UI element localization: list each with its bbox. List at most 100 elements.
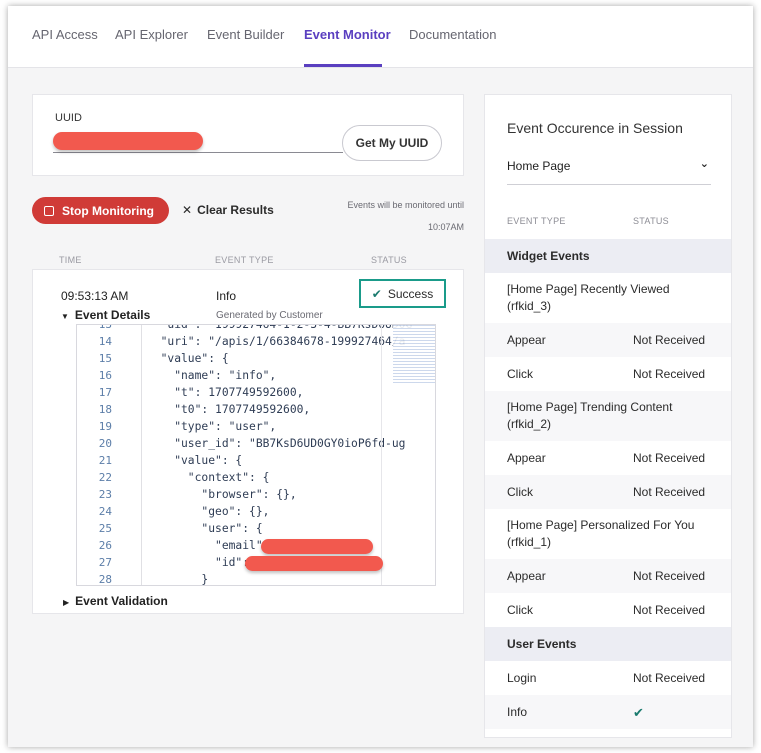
session-row-status: Not Received xyxy=(633,603,706,617)
line-number: 22 xyxy=(98,471,112,484)
page-select-value: Home Page xyxy=(507,159,571,173)
line-number: 28 xyxy=(98,573,112,586)
session-header-event-type: EVENT TYPE xyxy=(507,216,566,226)
session-row-name: [Home Page] Personalized For You (rfkid_… xyxy=(507,518,695,549)
session-row-status: Not Received xyxy=(633,333,706,347)
get-my-uuid-button[interactable]: Get My UUID xyxy=(342,125,442,161)
session-widget-row: [Home Page] Recently Viewed (rfkid_3) xyxy=(485,273,731,323)
code-text: "geo": {}, xyxy=(147,505,270,518)
tab-api-explorer[interactable]: API Explorer xyxy=(115,27,188,42)
session-header-status: STATUS xyxy=(633,216,669,226)
monitoring-note: Events will be monitored until 10:07AM xyxy=(314,194,464,238)
code-scroll-divider xyxy=(381,325,382,585)
column-header-time: TIME xyxy=(59,255,82,265)
line-number: 27 xyxy=(98,556,112,569)
column-header-event-type: EVENT TYPE xyxy=(215,255,274,265)
stop-icon xyxy=(44,205,54,216)
active-tab-indicator xyxy=(304,64,382,67)
line-number: 25 xyxy=(98,522,112,535)
clear-results-button[interactable]: ✕ Clear Results xyxy=(182,203,274,217)
uuid-card: UUID Get My UUID xyxy=(32,94,464,176)
code-text: "value": { xyxy=(147,454,243,467)
line-number: 26 xyxy=(98,539,112,552)
line-number: 13 xyxy=(98,324,112,331)
line-number: 24 xyxy=(98,505,112,518)
clear-results-label: Clear Results xyxy=(197,203,274,217)
line-number: 14 xyxy=(98,335,112,348)
session-row-name: Info xyxy=(507,705,528,719)
code-text: } xyxy=(147,573,209,586)
code-text: "user_id": "BB7KsD6UD0GY0ioP6fd-ug xyxy=(147,437,406,450)
session-group-header: Widget Events xyxy=(485,239,731,273)
tab-event-builder[interactable]: Event Builder xyxy=(207,27,284,42)
page-select[interactable]: Home Page ⌄ xyxy=(507,157,711,185)
session-row-status: Not Received xyxy=(633,569,706,583)
redaction-mark xyxy=(261,539,373,554)
session-event-row: Click Not Received xyxy=(485,357,731,391)
session-row-name: Appear xyxy=(507,569,546,583)
line-number: 17 xyxy=(98,386,112,399)
event-time: 09:53:13 AM xyxy=(61,289,129,303)
code-text: "value": { xyxy=(147,352,229,365)
code-text: "uri": "/apis/1/66384678-199927464/a xyxy=(147,335,406,348)
session-panel-title: Event Occurence in Session xyxy=(507,120,683,136)
event-details-toggle[interactable]: ▼ Event Details xyxy=(61,308,150,322)
caret-down-icon: ▼ xyxy=(61,312,69,321)
event-source: Generated by Customer xyxy=(216,310,323,321)
caret-right-icon: ▶ xyxy=(63,598,70,607)
code-text: "name": "info", xyxy=(147,369,277,382)
chevron-down-icon: ⌄ xyxy=(699,158,709,170)
session-event-row: Click Not Received xyxy=(485,593,731,627)
session-widget-row: [Home Page] Trending Content (rfkid_2) xyxy=(485,391,731,441)
event-validation-label: Event Validation xyxy=(75,594,168,608)
checkmark-icon: ✔ xyxy=(371,286,382,301)
session-event-row: Appear Not Received xyxy=(485,441,731,475)
tab-documentation[interactable]: Documentation xyxy=(409,27,496,42)
session-event-row: Info ✔ xyxy=(485,695,731,729)
close-icon: ✕ xyxy=(182,203,193,217)
session-row-name: User Events xyxy=(507,637,577,651)
line-number: 18 xyxy=(98,403,112,416)
event-validation-toggle[interactable]: ▶ Event Validation xyxy=(63,594,168,608)
session-row-status: Not Received xyxy=(633,485,706,499)
code-minimap[interactable] xyxy=(393,325,435,383)
redaction-mark xyxy=(245,556,383,571)
line-number: 15 xyxy=(98,352,112,365)
session-row-name: Login xyxy=(507,671,537,685)
line-number: 16 xyxy=(98,369,112,382)
session-row-status: Not Received xyxy=(633,451,706,465)
status-badge: ✔ Success xyxy=(359,279,446,308)
code-text: "t0": 1707749592600, xyxy=(147,403,311,416)
column-header-status: STATUS xyxy=(371,255,407,265)
event-monitor-app: API Access API Explorer Event Builder Ev… xyxy=(8,6,753,747)
stop-monitoring-label: Stop Monitoring xyxy=(62,203,154,218)
monitoring-note-text: Events will be monitored until xyxy=(347,200,464,210)
session-group-header: User Events xyxy=(485,627,731,661)
code-viewer[interactable]: 13 "uid": "199927464-1-2-3-4-BB7KsD6UD0G… xyxy=(76,324,436,586)
session-event-row: Appear Not Received xyxy=(485,559,731,593)
event-card: 09:53:13 AM Info Generated by Customer ✔… xyxy=(32,269,464,614)
tab-api-access[interactable]: API Access xyxy=(32,27,98,42)
stop-monitoring-button[interactable]: Stop Monitoring xyxy=(32,197,169,224)
line-number: 21 xyxy=(98,454,112,467)
session-row-name: Click xyxy=(507,367,533,381)
session-row-name: Click xyxy=(507,603,533,617)
line-number: 23 xyxy=(98,488,112,501)
event-type: Info xyxy=(216,289,237,303)
monitoring-until-time: 10:07AM xyxy=(427,222,464,232)
session-event-row: Click Not Received xyxy=(485,475,731,509)
session-row-name: Click xyxy=(507,485,533,499)
session-row-status: Not Received xyxy=(633,671,706,685)
code-text: "t": 1707749592600, xyxy=(147,386,304,399)
uuid-label: UUID xyxy=(55,112,82,124)
code-text: "context": { xyxy=(147,471,270,484)
event-details-label: Event Details xyxy=(74,308,151,322)
tab-event-monitor[interactable]: Event Monitor xyxy=(304,27,391,42)
session-row-status: Not Received xyxy=(633,367,706,381)
session-event-row: Login Not Received xyxy=(485,661,731,695)
session-row-name: Appear xyxy=(507,451,546,465)
line-number: 20 xyxy=(98,437,112,450)
session-row-name: Appear xyxy=(507,333,546,347)
uuid-input[interactable] xyxy=(53,127,343,153)
checkmark-icon: ✔ xyxy=(633,705,644,720)
